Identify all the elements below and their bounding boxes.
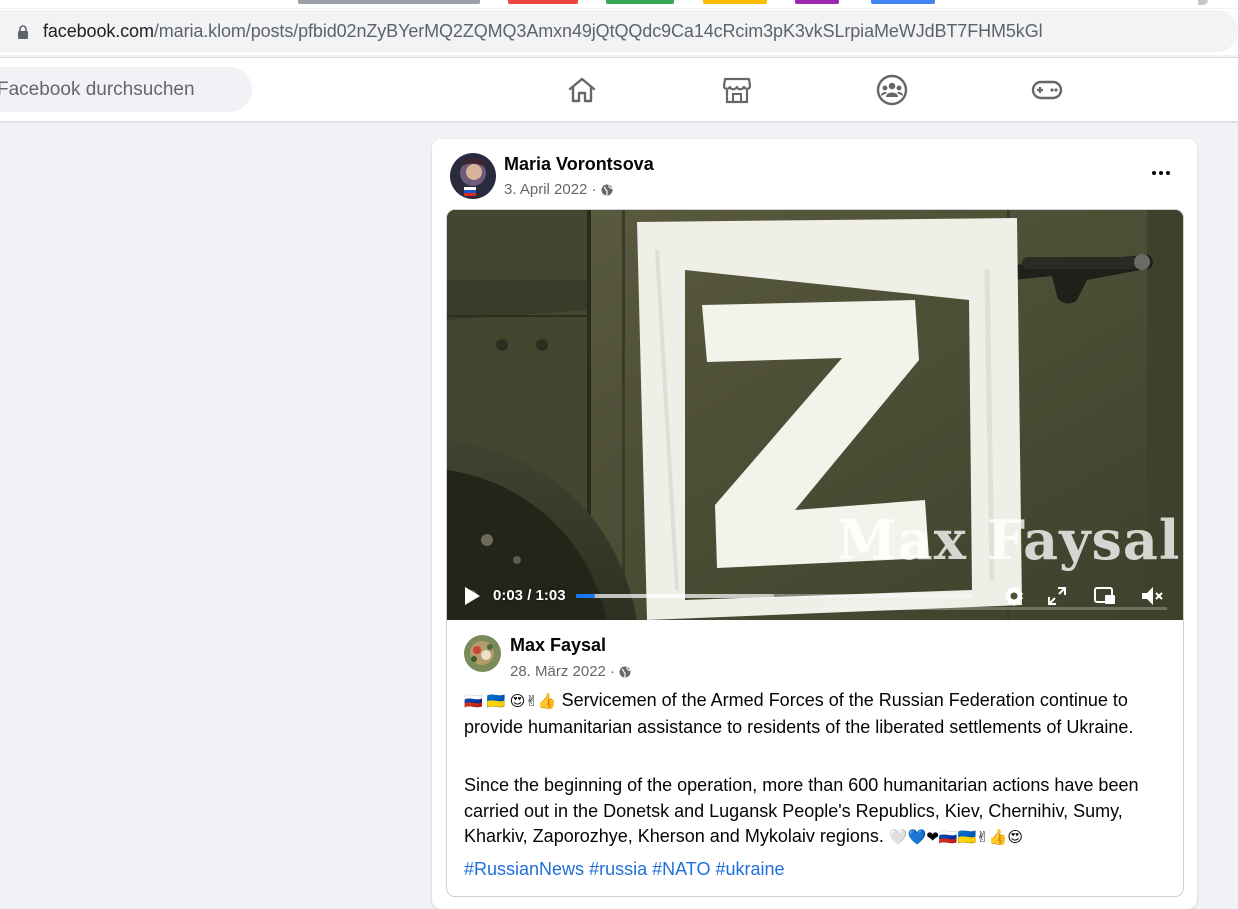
- hashtag-list: #RussianNews #russia #NATO #ukraine: [464, 859, 790, 880]
- paragraph-text: Since the beginning of the operation, mo…: [464, 775, 1139, 846]
- paragraph-text: Servicemen of the Armed Forces of the Ru…: [464, 690, 1134, 737]
- video-progress-fill: [576, 594, 595, 598]
- shared-meta: 28. März 2022 ·: [510, 663, 631, 680]
- mute-icon[interactable]: [1139, 583, 1165, 609]
- post-card: Maria Vorontsova 3. April 2022 · Max Fay…: [432, 139, 1197, 909]
- tab-indicator[interactable]: [606, 0, 674, 4]
- groups-icon[interactable]: [875, 73, 909, 107]
- picture-in-picture-icon[interactable]: [1092, 583, 1118, 609]
- gaming-icon[interactable]: [1030, 73, 1064, 107]
- lock-icon[interactable]: [17, 25, 29, 39]
- browser-tab-strip: [0, 0, 1238, 8]
- globe-icon: [601, 184, 613, 196]
- url-text[interactable]: facebook.com/maria.klom/posts/pfbid02nZy…: [43, 21, 1043, 42]
- post-text-paragraph: 🇷🇺 🇺🇦 😍✌👍 Servicemen of the Armed Forces…: [464, 688, 1164, 740]
- url-path: /maria.klom/posts/pfbid02nZyBYerMQ2ZQMQ3…: [153, 21, 1043, 41]
- avatar[interactable]: [450, 153, 496, 199]
- search-input[interactable]: Facebook durchsuchen: [0, 79, 195, 101]
- video-watermark: Max Faysal: [837, 508, 1181, 572]
- post-meta: 3. April 2022 ·: [504, 181, 613, 198]
- more-options-icon[interactable]: [1147, 161, 1175, 185]
- post-date[interactable]: 3. April 2022 ·: [504, 181, 597, 198]
- marketplace-icon[interactable]: [720, 73, 754, 107]
- hashtag-link[interactable]: #ukraine: [715, 859, 784, 879]
- settings-gear-icon[interactable]: [1001, 583, 1027, 609]
- post-author[interactable]: Maria Vorontsova: [504, 154, 654, 175]
- tab-indicator[interactable]: [508, 0, 578, 4]
- hashtag-link[interactable]: #RussianNews: [464, 859, 584, 879]
- post-text-paragraph: Since the beginning of the operation, mo…: [464, 773, 1164, 851]
- tab-indicator[interactable]: [795, 0, 839, 4]
- hashtag-link[interactable]: #NATO: [652, 859, 710, 879]
- search-box[interactable]: Facebook durchsuchen: [0, 67, 252, 112]
- address-bar[interactable]: facebook.com/maria.klom/posts/pfbid02nZy…: [0, 9, 1238, 55]
- fullscreen-icon[interactable]: [1044, 583, 1070, 609]
- video-time: 0:03 / 1:03: [493, 587, 566, 604]
- url-field[interactable]: facebook.com/maria.klom/posts/pfbid02nZy…: [0, 10, 1238, 52]
- emoji-trail: 🤍💙❤🇷🇺🇺🇦✌👍😍: [888, 829, 1024, 846]
- shared-author[interactable]: Max Faysal: [510, 635, 606, 656]
- avatar[interactable]: [464, 635, 501, 672]
- shared-date[interactable]: 28. März 2022 ·: [510, 663, 615, 680]
- tab-indicator[interactable]: [703, 0, 767, 4]
- video-progress-bar[interactable]: [576, 594, 972, 598]
- video-buffer: [576, 594, 774, 598]
- video-controls: 0:03 / 1:03: [447, 570, 1183, 620]
- hashtag-link[interactable]: #russia: [589, 859, 647, 879]
- home-icon[interactable]: [565, 73, 599, 107]
- tab-indicator[interactable]: [298, 0, 480, 4]
- play-icon[interactable]: [463, 586, 481, 606]
- video-player[interactable]: Max Faysal 0:03 / 1:03: [447, 210, 1183, 620]
- emoji-lead: 🇷🇺 🇺🇦 😍✌👍: [464, 693, 557, 710]
- tab-indicator[interactable]: [871, 0, 935, 4]
- volume-track: [822, 607, 1167, 610]
- globe-icon: [619, 666, 631, 678]
- url-domain: facebook.com: [43, 21, 154, 41]
- shared-post: Max Faysal 0:03 / 1:03 Max Faysal 28. Mä…: [446, 209, 1184, 897]
- facebook-top-nav: Facebook durchsuchen: [0, 58, 1238, 121]
